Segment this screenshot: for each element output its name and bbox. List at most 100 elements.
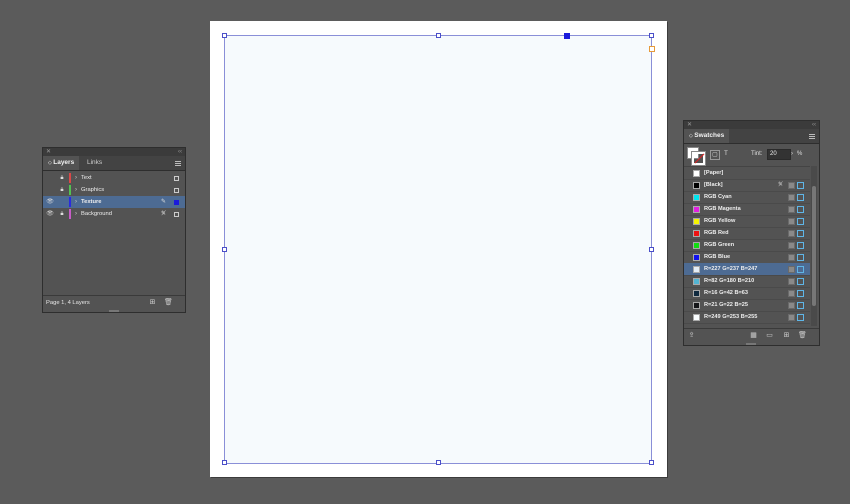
frame-handle-top-left[interactable] [222,33,227,38]
swatch-name: [Paper] [704,170,724,176]
eye-icon[interactable]: 👁︎ [46,208,54,220]
tab-swatches[interactable]: ◇ Swatches [684,129,730,143]
layer-row-background[interactable]: 👁︎ 🔒︎ › Background ✎̸ [43,208,185,220]
swatch-chip [693,230,700,237]
selection-square-icon[interactable] [174,200,179,205]
panel-menu-icon[interactable] [809,133,815,139]
color-mode-icon [797,278,804,285]
layer-color-bar [69,173,71,183]
tab-links[interactable]: Links [82,156,107,170]
frame-center-point-top[interactable] [564,33,570,39]
swatch-row-near-white[interactable]: R=249 G=253 B=255 [684,311,810,324]
eye-icon[interactable]: 👁︎ [46,196,54,208]
selection-square-icon[interactable] [174,212,179,217]
close-icon[interactable]: ✕ [46,148,51,156]
document-page[interactable] [210,21,667,477]
layers-status-text: Page 1, 4 Layers [46,300,90,306]
panel-titlebar[interactable]: ✕ ‹‹ [684,121,819,129]
tab-layers[interactable]: ◇ Layers [43,156,80,170]
collapse-icon[interactable]: ‹‹ [812,121,816,129]
swatch-chip [693,266,700,273]
formatting-text-icon[interactable]: T [722,150,730,158]
resize-grip[interactable] [109,310,119,312]
lock-icon[interactable]: 🔒︎ [58,208,66,220]
swatch-chip [693,302,700,309]
color-mode-icon [797,314,804,321]
frame-handle-bottom-left[interactable] [222,460,227,465]
frame-handle-middle-left[interactable] [222,247,227,252]
color-mode-icon [797,254,804,261]
chevron-right-icon[interactable]: › [75,196,77,208]
color-mode-icon [797,302,804,309]
trash-icon[interactable]: 🗑︎ [798,332,807,339]
layer-row-text[interactable]: 🔒︎ › Text [43,172,185,184]
process-color-icon [788,182,795,189]
formatting-container-icon[interactable]: ▢ [710,150,720,160]
layers-tabbar: ◇ Layers Links [43,156,185,171]
add-to-cc-library-icon[interactable]: ⇪ [688,332,695,339]
swatch-name: RGB Green [704,242,735,248]
new-layer-icon[interactable]: ⊞ [149,299,156,306]
swatch-chip [693,182,700,189]
process-color-icon [788,290,795,297]
chevron-right-icon[interactable]: › [75,208,77,220]
swatch-chip [693,170,700,177]
swatch-name: RGB Blue [704,254,731,260]
color-mode-icon [797,290,804,297]
layer-color-bar [69,185,71,195]
frame-handle-middle-right[interactable] [649,247,654,252]
layer-color-bar [69,209,71,219]
swatch-name: R=249 G=253 B=255 [704,314,758,320]
frame-anchor-icon[interactable] [649,46,655,52]
panel-menu-icon[interactable] [175,160,181,166]
panel-titlebar[interactable]: ✕ ‹‹ [43,148,185,156]
swatch-name: RGB Cyan [704,194,732,200]
chevron-right-icon[interactable]: › [788,149,796,159]
process-color-icon [788,230,795,237]
swatch-name: RGB Yellow [704,218,736,224]
swatches-tabbar: ◇ Swatches [684,129,819,144]
pen-icon: ✎ [161,199,167,205]
color-mode-icon [797,206,804,213]
scrollbar-thumb[interactable] [812,186,816,306]
process-color-icon [788,254,795,261]
swatch-chip [693,218,700,225]
swatch-name: RGB Magenta [704,206,741,212]
swatch-scrollbar[interactable] [811,166,817,326]
frame-handle-top-right[interactable] [649,33,654,38]
chevron-right-icon[interactable]: › [75,172,77,184]
swatches-panel: ✕ ‹‹ ◇ Swatches ▢ T Tint: 20 › % [Paper]… [683,120,820,346]
selection-square-icon[interactable] [174,176,179,181]
show-all-swatches-icon[interactable]: ▦ [750,332,757,339]
close-icon[interactable]: ✕ [687,121,692,129]
tint-label: Tint: [751,151,763,157]
collapse-icon[interactable]: ‹‹ [178,148,182,156]
frame-handle-top-middle[interactable] [436,33,441,38]
process-color-icon [788,278,795,285]
color-mode-icon [797,218,804,225]
selection-square-icon[interactable] [174,188,179,193]
swatch-name: R=82 G=180 B=210 [704,278,755,284]
trash-icon[interactable]: 🗑︎ [164,299,173,306]
lock-icon[interactable]: 🔒︎ [58,172,66,184]
layer-row-texture[interactable]: 👁︎ › Texture ✎ [43,196,185,208]
process-color-icon [788,314,795,321]
swatch-chip [693,254,700,261]
lock-icon[interactable]: 🔒︎ [58,184,66,196]
frame-handle-bottom-right[interactable] [649,460,654,465]
layer-name: Background [81,211,112,217]
swatch-chip [693,290,700,297]
swatch-name: [Black] [704,182,723,188]
chevron-right-icon[interactable]: › [75,184,77,196]
texture-frame[interactable] [224,35,652,464]
new-swatch-icon[interactable]: ⊞ [783,332,790,339]
tint-unit: % [797,151,803,157]
swatch-list: [Paper] [Black] ✎̸ RGB Cyan RGB Magenta … [684,166,810,327]
frame-handle-bottom-middle[interactable] [436,460,441,465]
swatch-name: R=21 G=22 B=25 [704,302,749,308]
new-color-group-icon[interactable]: ▭ [766,332,773,339]
stroke-swatch[interactable] [691,151,706,166]
fill-stroke-icon[interactable] [687,147,706,166]
resize-grip[interactable] [746,343,756,345]
layer-row-graphics[interactable]: 🔒︎ › Graphics [43,184,185,196]
